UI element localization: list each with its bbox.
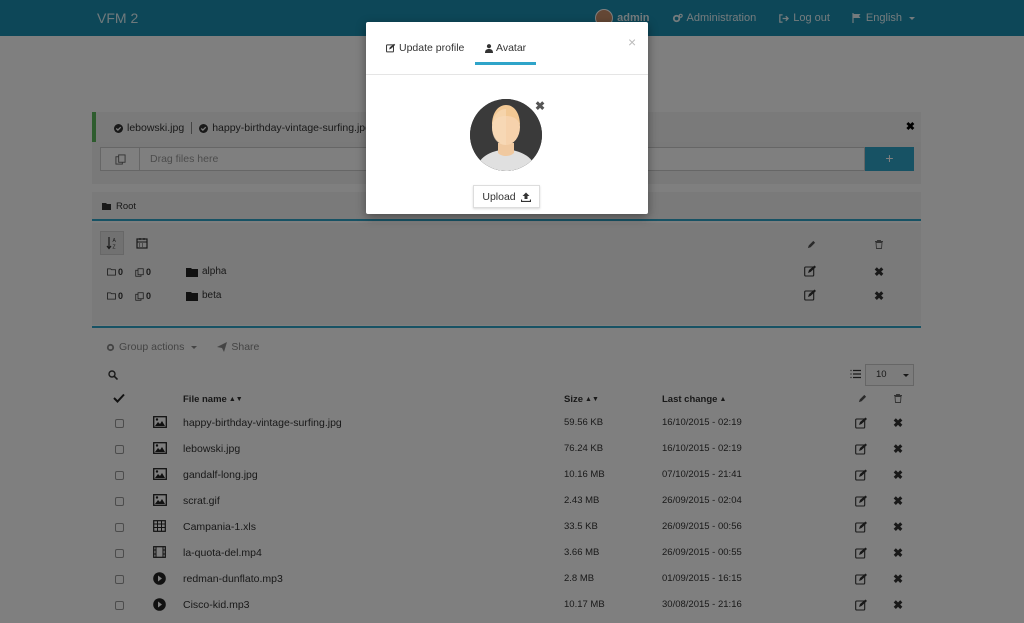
modal-tabs: Update profile Avatar × [366, 22, 648, 75]
user-icon [485, 43, 493, 53]
profile-modal: Update profile Avatar × ✖ Upload [366, 22, 648, 214]
avatar-image [470, 99, 542, 171]
tab-avatar[interactable]: Avatar [474, 42, 537, 65]
modal-close-button[interactable]: × [628, 34, 636, 50]
tab-update-profile[interactable]: Update profile [386, 42, 464, 54]
edit-icon [386, 43, 396, 53]
upload-avatar-button[interactable]: Upload [473, 185, 540, 208]
upload-icon [520, 192, 531, 202]
remove-avatar-icon[interactable]: ✖ [535, 99, 545, 113]
